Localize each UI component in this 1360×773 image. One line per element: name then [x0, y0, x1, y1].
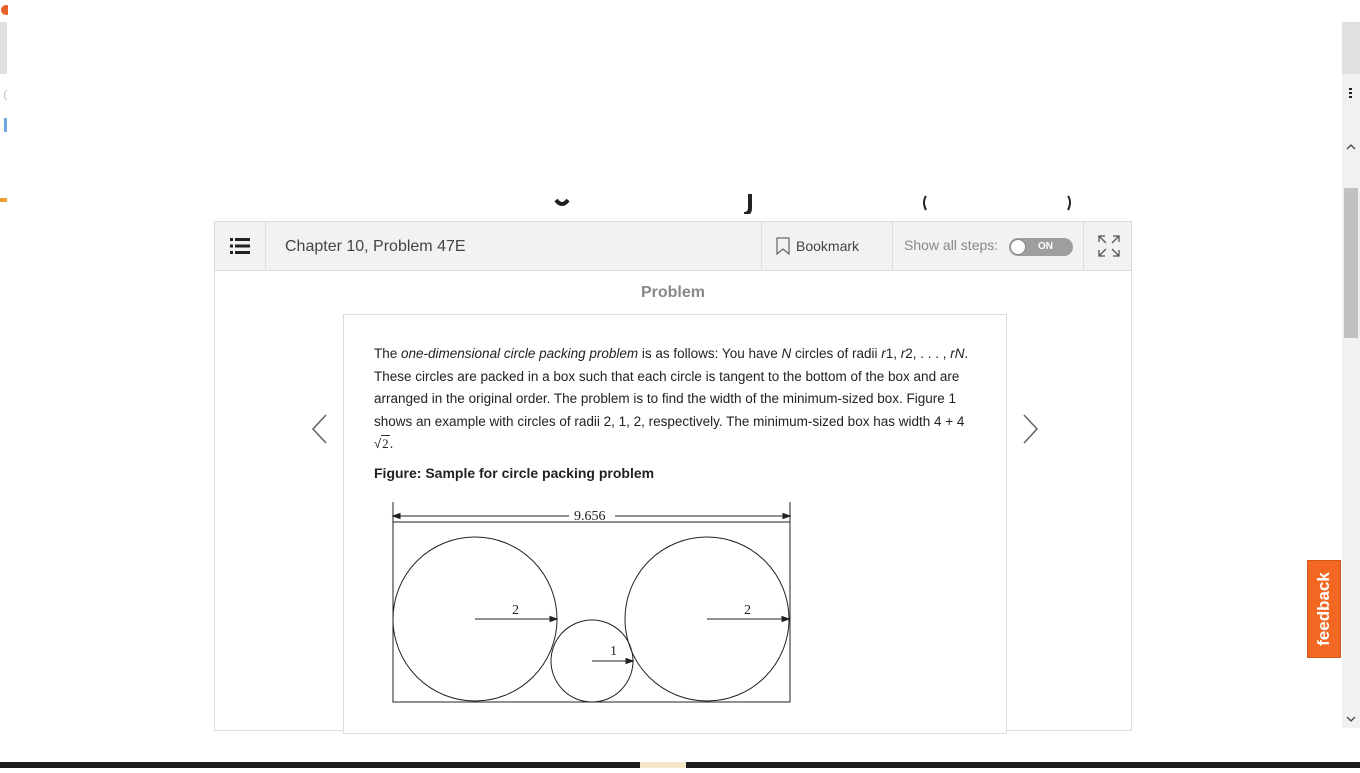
chapter-problem-title: Chapter 10, Problem 47E: [285, 238, 466, 255]
sqrt-expression: √2: [374, 435, 390, 451]
scrollbar-top-area: [1342, 22, 1360, 74]
chevron-right-icon: [1023, 414, 1039, 444]
left-edge-fragment: [0, 0, 11, 768]
toggle-knob: [1010, 239, 1026, 255]
circle-packing-figure: 9.656 2 1 2: [391, 502, 792, 703]
figure-caption: Figure: Sample for circle packing proble…: [374, 465, 655, 481]
next-step-button[interactable]: [1016, 412, 1044, 451]
toolbar: Chapter 10, Problem 47E Bookmark Show al…: [215, 222, 1131, 271]
table-of-contents-button[interactable]: [215, 222, 266, 270]
taskbar-highlight: [640, 762, 686, 768]
chevron-left-icon: [311, 414, 327, 444]
radius-arrow-right: [781, 615, 791, 623]
previous-step-button[interactable]: [306, 412, 334, 451]
dimension-arrow-right: [782, 512, 792, 520]
feedback-label: feedback: [1314, 572, 1334, 646]
radius-label-right: 2: [744, 603, 751, 618]
packing-box: [392, 521, 791, 703]
list-icon: [230, 238, 250, 254]
menu-dots-icon[interactable]: [1344, 86, 1358, 100]
expand-icon: [1097, 235, 1120, 257]
radius-arrow-left: [549, 615, 559, 623]
scroll-up-icon[interactable]: [1345, 142, 1357, 152]
scroll-down-icon[interactable]: [1345, 714, 1357, 724]
bookmark-icon: [776, 237, 790, 255]
taskbar-edge: [0, 762, 1360, 768]
bookmark-button[interactable]: Bookmark: [761, 222, 893, 270]
solution-panel: Chapter 10, Problem 47E Bookmark Show al…: [214, 221, 1132, 734]
radius-label-left: 2: [512, 603, 519, 618]
feedback-tab[interactable]: feedback: [1307, 560, 1341, 658]
left-edge-icons: [0, 5, 11, 202]
fullscreen-button[interactable]: [1083, 222, 1133, 270]
show-all-steps-label: Show all steps:: [904, 237, 999, 253]
show-all-steps-toggle[interactable]: ON: [1009, 238, 1073, 256]
radius-label-middle: 1: [610, 644, 617, 659]
problem-statement: The one-dimensional circle packing probl…: [374, 343, 978, 456]
radius-arrow-middle: [625, 657, 635, 665]
headline-fragment: [520, 178, 1100, 214]
page-scrollbar[interactable]: [1342, 22, 1360, 728]
section-heading: Problem: [640, 284, 705, 301]
problem-card: The one-dimensional circle packing probl…: [343, 314, 1007, 734]
width-label: 9.656: [574, 509, 606, 524]
dimension-arrow-left: [391, 512, 401, 520]
bookmark-label: Bookmark: [796, 238, 860, 254]
toggle-state-label: ON: [1038, 241, 1053, 252]
scroll-thumb[interactable]: [1344, 188, 1358, 338]
